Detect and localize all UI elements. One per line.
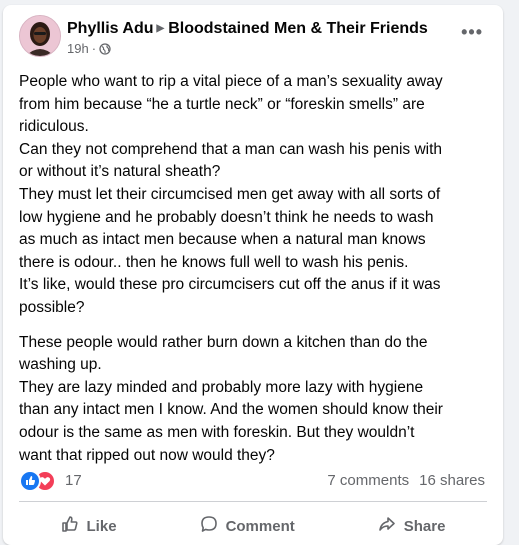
more-options-icon[interactable]: ••• — [461, 23, 483, 41]
like-label: Like — [86, 517, 117, 535]
meta-separator: · — [91, 41, 97, 56]
post-line: It’s like, would these pro circumcisers … — [19, 276, 441, 294]
reaction-count[interactable]: 17 — [65, 472, 82, 489]
post-line: odour is the same as men with foreskin. … — [19, 423, 415, 441]
post-body: People who want to rip a vital piece of … — [19, 71, 491, 479]
share-icon — [378, 515, 396, 537]
post-line: ridiculous. — [19, 118, 89, 136]
comments-count[interactable]: 7 comments — [327, 472, 409, 489]
post-line: They are lazy minded and probably more l… — [19, 378, 424, 396]
post-line: from him because “he a turtle neck” or “… — [19, 95, 425, 113]
chevron-right-icon: ▶ — [156, 23, 165, 34]
post-line: These people would rather burn down a ki… — [19, 333, 428, 351]
like-button[interactable]: Like — [45, 508, 133, 544]
reactions-bar: 17 7 comments 16 shares — [19, 466, 487, 492]
post-line: want that ripped out now would they? — [19, 446, 275, 464]
post-time[interactable]: 19h — [67, 41, 89, 56]
post-line: Can they not comprehend that a man can w… — [19, 140, 443, 158]
avatar[interactable] — [19, 15, 61, 57]
post-line: than any intact men I know. And the wome… — [19, 401, 443, 419]
post-line: possible? — [19, 298, 85, 316]
post-meta: 19h · — [67, 41, 111, 59]
post-line: People who want to rip a vital piece of … — [19, 73, 443, 90]
divider — [19, 501, 487, 502]
post-line: washing up. — [19, 356, 102, 374]
post-line: low hygiene and he probably doesn’t thin… — [19, 208, 434, 226]
like-reaction-icon — [19, 470, 41, 492]
share-button[interactable]: Share — [362, 508, 462, 544]
share-label: Share — [403, 517, 446, 535]
avatar-image — [20, 16, 60, 56]
comment-label: Comment — [225, 517, 295, 535]
action-bar: Like Comment Share — [19, 508, 487, 545]
reaction-icons[interactable] — [19, 470, 59, 492]
post-line: They must let their circumcised men get … — [19, 185, 441, 203]
post-line: there is odour.. then he knows full well… — [19, 253, 409, 271]
post-paragraph: These people would rather burn down a ki… — [19, 332, 491, 468]
post-line: as much as intact men because when a nat… — [19, 231, 426, 249]
thumbs-up-icon — [61, 515, 79, 537]
shares-count[interactable]: 16 shares — [419, 472, 485, 489]
post-paragraph: People who want to rip a vital piece of … — [19, 71, 491, 320]
comment-icon — [200, 515, 218, 537]
author-name[interactable]: Phyllis Adu — [67, 20, 154, 37]
post-line: or without it’s natural sheath? — [19, 163, 221, 181]
engagement-stats: 7 comments 16 shares — [327, 472, 485, 489]
group-name[interactable]: Bloodstained Men & Their Friends — [168, 20, 428, 37]
author-line: Phyllis Adu ▶ Bloodstained Men & Their Fri… — [67, 19, 428, 39]
comment-button[interactable]: Comment — [184, 508, 311, 544]
post-header: Phyllis Adu ▶ Bloodstained Men & Their Fri… — [19, 15, 491, 61]
post-card: Phyllis Adu ▶ Bloodstained Men & Their Fri… — [3, 5, 503, 545]
globe-icon[interactable] — [99, 43, 111, 59]
